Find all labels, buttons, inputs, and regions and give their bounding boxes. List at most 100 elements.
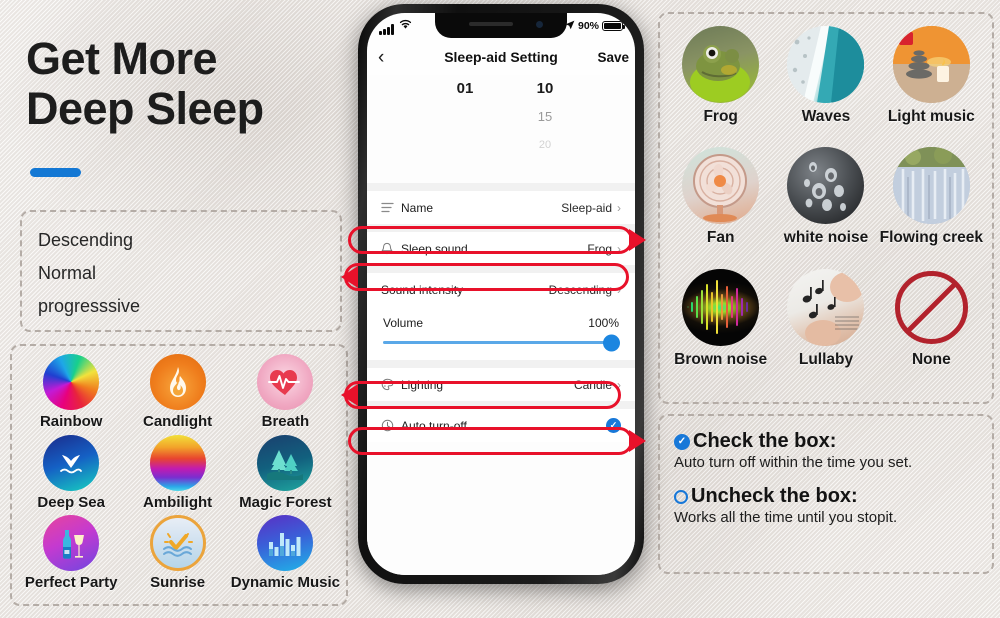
rainbow-gradient-icon bbox=[43, 354, 100, 410]
lighting-mode-deep-sea[interactable]: Deep Sea bbox=[18, 434, 124, 511]
waterfall-photo-icon bbox=[892, 147, 970, 225]
sound-intensity-row[interactable]: Sound intensity Descending › bbox=[367, 273, 635, 306]
lighting-mode-breath[interactable]: Breath bbox=[231, 354, 340, 430]
settings-content: 01 10 15 20 Name Sleep-aid › Sleep sound… bbox=[367, 75, 635, 575]
lighting-modes-grid: Rainbow Candlight Breath Deep Sea Ambili… bbox=[18, 354, 340, 596]
sleep-sound-none[interactable]: None bbox=[879, 269, 984, 369]
lighting-mode-label: Ambilight bbox=[143, 493, 213, 511]
callout-arrow-sound-intensity bbox=[341, 266, 358, 288]
chevron-right-icon: › bbox=[617, 282, 621, 297]
volume-slider[interactable] bbox=[383, 334, 620, 351]
volume-row[interactable]: Volume 100% bbox=[367, 306, 635, 360]
pine-trees-icon bbox=[257, 434, 314, 491]
lighting-mode-label: Candlight bbox=[143, 413, 213, 430]
page-title: Get More Deep Sleep bbox=[26, 33, 264, 134]
wifi-icon bbox=[399, 17, 412, 35]
sleep-sound-white-noise[interactable]: white noise bbox=[773, 147, 878, 247]
auto-turn-off-row[interactable]: Auto turn-off ✓ bbox=[367, 409, 635, 442]
list-item: progresssive bbox=[38, 296, 141, 316]
lighting-mode-dynamic-music[interactable]: Dynamic Music bbox=[231, 515, 340, 591]
sleep-sound-label: white noise bbox=[783, 229, 869, 247]
frog-photo-icon bbox=[682, 26, 760, 103]
candle-stones-photo-icon bbox=[892, 26, 970, 103]
equalizer-bars-icon bbox=[257, 515, 314, 572]
minute-value: 15 bbox=[537, 109, 553, 124]
signal-bars-icon bbox=[379, 24, 394, 35]
electric-fan-photo-icon bbox=[682, 147, 760, 225]
chevron-right-icon: › bbox=[617, 241, 621, 256]
sound-intensity-options-box: Descending Normal progresssive bbox=[20, 210, 342, 332]
sleep-sound-label: Sleep sound bbox=[401, 241, 468, 256]
lighting-mode-magic-forest[interactable]: Magic Forest bbox=[231, 434, 340, 511]
hour-value: 01 bbox=[456, 80, 474, 97]
volume-label: Volume bbox=[383, 316, 424, 330]
sleep-sound-row[interactable]: Sleep sound Frog › bbox=[367, 232, 635, 265]
minute-value: 10 bbox=[536, 80, 554, 97]
volume-slider-knob[interactable] bbox=[603, 334, 620, 351]
lighting-mode-label: Sunrise bbox=[150, 574, 206, 592]
sleep-sounds-box: Frog Waves Light music Fan white noise F… bbox=[658, 12, 994, 404]
sleep-sound-lullaby[interactable]: Lullaby bbox=[773, 268, 878, 369]
section-divider bbox=[367, 224, 635, 232]
chevron-left-icon[interactable]: ‹ bbox=[378, 48, 384, 67]
minute-wheel[interactable]: 10 15 20 bbox=[515, 75, 575, 159]
battery-icon bbox=[602, 20, 626, 32]
lighting-mode-perfect-party[interactable]: Perfect Party bbox=[18, 515, 124, 591]
lighting-mode-rainbow[interactable]: Rainbow bbox=[18, 354, 124, 430]
checkbox-explanation-box: ✓ Check the box: Auto turn off within th… bbox=[658, 414, 994, 574]
lighting-mode-sunrise[interactable]: Sunrise bbox=[124, 515, 230, 591]
callout-arrow-auto-turn-off bbox=[629, 430, 646, 452]
check-circle-icon[interactable]: ✓ bbox=[606, 418, 621, 433]
hour-wheel[interactable]: 01 bbox=[435, 75, 495, 103]
duration-time-picker[interactable]: 01 10 15 20 bbox=[367, 75, 635, 183]
sleep-sounds-grid: Frog Waves Light music Fan white noise F… bbox=[668, 26, 984, 390]
list-item: Descending bbox=[38, 230, 134, 250]
sleep-sound-frog[interactable]: Frog bbox=[668, 26, 773, 126]
earpiece-speaker bbox=[469, 22, 513, 26]
lighting-mode-label: Deep Sea bbox=[37, 493, 105, 511]
palette-icon bbox=[381, 378, 399, 391]
sleep-sound-label: Light music bbox=[887, 108, 975, 125]
sleep-sound-brown-noise[interactable]: Brown noise bbox=[668, 268, 773, 369]
flame-icon bbox=[149, 354, 206, 410]
no-entry-icon bbox=[893, 269, 970, 346]
section-divider bbox=[367, 183, 635, 191]
uncheck-the-box-description: Works all the time until you stopit. bbox=[674, 509, 898, 526]
auto-turn-off-label: Auto turn-off bbox=[401, 418, 467, 433]
sleep-sound-label: Brown noise bbox=[674, 350, 768, 368]
battery-percent-label: 90% bbox=[577, 20, 599, 32]
sleep-sound-light-music[interactable]: Light music bbox=[879, 26, 984, 126]
lighting-label: Lighting bbox=[401, 377, 444, 392]
lighting-row[interactable]: Lighting Candle › bbox=[367, 368, 635, 401]
sleep-sound-label: Fan bbox=[706, 229, 735, 247]
check-the-box-description: Auto turn off within the time you set. bbox=[674, 454, 913, 471]
name-row[interactable]: Name Sleep-aid › bbox=[367, 191, 635, 224]
save-button[interactable]: Save bbox=[597, 50, 629, 65]
lighting-mode-ambilight[interactable]: Ambilight bbox=[124, 434, 230, 511]
clock-icon bbox=[381, 419, 399, 432]
sleep-sound-value: Frog bbox=[587, 241, 612, 256]
sleep-sound-fan[interactable]: Fan bbox=[668, 147, 773, 247]
front-camera bbox=[536, 21, 543, 28]
lighting-mode-label: Perfect Party bbox=[24, 574, 118, 592]
lighting-mode-candlight[interactable]: Candlight bbox=[124, 354, 230, 430]
section-divider bbox=[367, 401, 635, 409]
sleep-sound-flowing-creek[interactable]: Flowing creek bbox=[879, 147, 984, 247]
sleep-sound-label: None bbox=[911, 350, 951, 368]
name-row-label: Name bbox=[401, 200, 434, 215]
ocean-waves-photo-icon bbox=[787, 26, 865, 103]
sleep-sound-label: Waves bbox=[801, 108, 851, 125]
lighting-modes-box: Rainbow Candlight Breath Deep Sea Ambili… bbox=[10, 344, 348, 606]
audio-waveform-icon bbox=[682, 268, 760, 346]
accent-divider bbox=[30, 168, 81, 177]
whale-tail-icon bbox=[43, 434, 100, 491]
app-title: Sleep-aid Setting bbox=[444, 49, 558, 65]
sleep-sound-waves[interactable]: Waves bbox=[773, 26, 878, 126]
section-divider bbox=[367, 265, 635, 273]
callout-arrow-sleep-sound bbox=[629, 229, 646, 251]
sound-intensity-option-list: Descending Normal progresssive bbox=[38, 224, 140, 323]
list-item: Normal bbox=[38, 263, 97, 283]
phone-notch bbox=[435, 13, 567, 38]
lighting-value: Candle bbox=[573, 377, 612, 392]
bottle-glass-icon bbox=[43, 515, 100, 572]
